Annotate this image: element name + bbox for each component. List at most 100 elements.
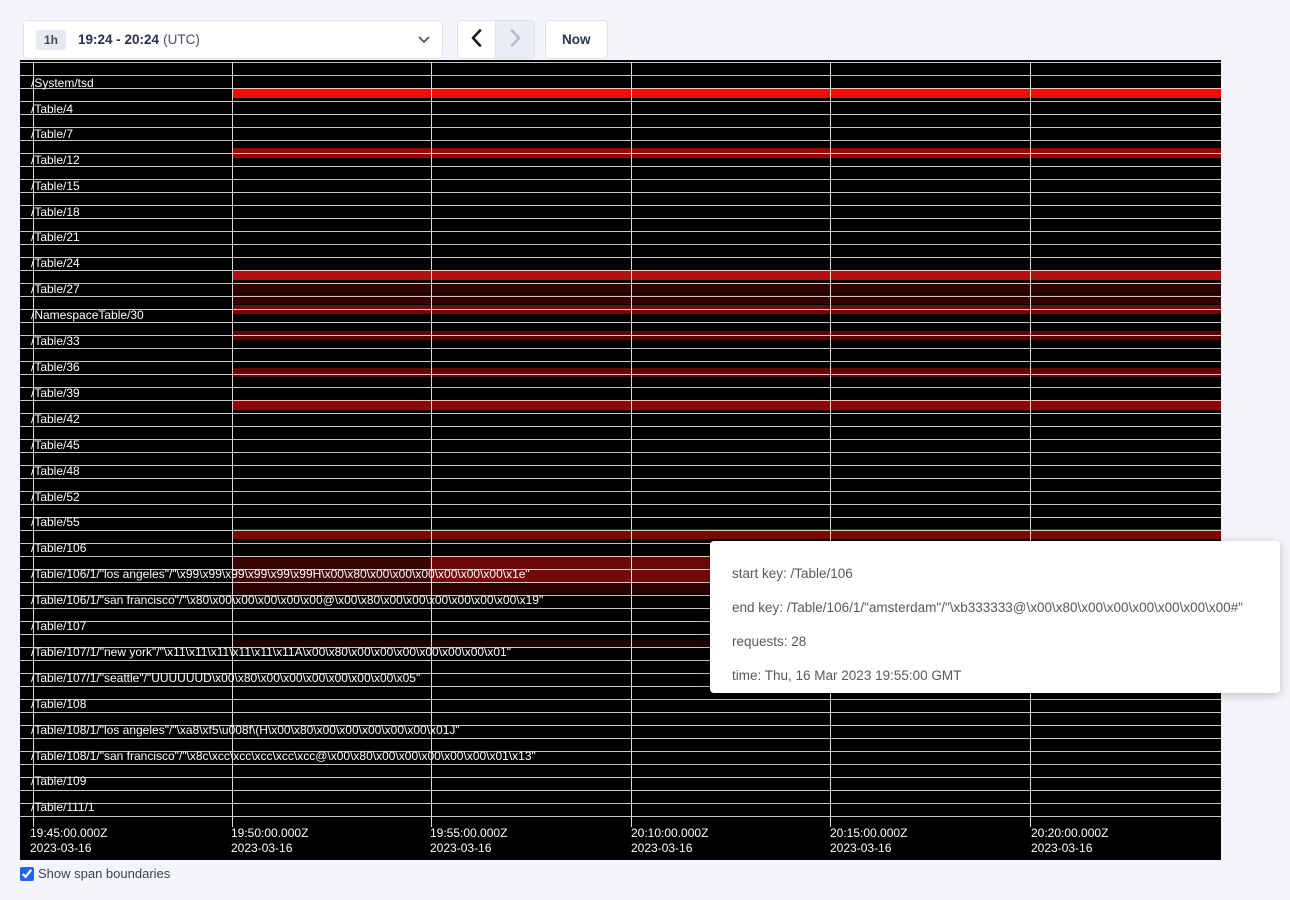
row-label: /Table/106: [31, 541, 86, 555]
row-label: /Table/108/1/"los angeles"/"\xa8\xf5\u00…: [31, 723, 460, 737]
row-label: /Table/106/1/"los angeles"/"\x99\x99\x99…: [31, 567, 530, 581]
span-boundary-line: [20, 478, 1221, 479]
show-span-boundaries-label: Show span boundaries: [38, 866, 170, 881]
heat-band[interactable]: [233, 88, 1221, 98]
now-button[interactable]: Now: [545, 20, 608, 59]
span-boundary-line: [20, 699, 1221, 700]
tooltip-start-key: start key: /Table/106: [732, 561, 1258, 586]
span-boundary-line: [20, 803, 1221, 804]
row-label: /Table/36: [31, 360, 80, 374]
span-boundary-line: [20, 322, 1221, 323]
span-boundary-line: [20, 75, 1221, 76]
row-label: /Table/21: [31, 230, 80, 244]
span-boundary-line: [20, 777, 1221, 778]
span-boundary-line: [20, 127, 1221, 128]
span-boundary-line: [20, 517, 1221, 518]
row-label: /Table/18: [31, 205, 80, 219]
span-boundary-line: [20, 738, 1221, 739]
toolbar: 1h 19:24 - 20:24 (UTC) Now: [0, 0, 1290, 60]
row-label: /Table/108/1/"san francisco"/"\x8c\xcc\x…: [31, 749, 536, 763]
row-label: /Table/24: [31, 256, 80, 270]
axis-tick-label: 19:45:00.000Z2023-03-16: [30, 826, 107, 856]
span-boundary-line: [20, 296, 1221, 297]
time-range-duration-badge: 1h: [36, 30, 66, 50]
span-boundary-line: [20, 101, 1221, 102]
time-range-timezone: (UTC): [163, 32, 200, 47]
span-boundary-line: [20, 88, 1221, 89]
span-boundary-line: [20, 205, 1221, 206]
tooltip-requests: requests: 28: [732, 629, 1258, 654]
row-label: /Table/33: [31, 334, 80, 348]
span-boundary-line: [20, 400, 1221, 401]
span-boundary-line: [20, 439, 1221, 440]
axis-tick-time: 20:15:00.000Z: [830, 826, 907, 841]
key-visualizer-canvas[interactable]: start key: /Table/106 end key: /Table/10…: [20, 60, 1221, 860]
span-boundary-line: [20, 192, 1221, 193]
axis-tick-date: 2023-03-16: [631, 841, 708, 856]
row-label: /Table/4: [31, 102, 73, 116]
prev-range-button[interactable]: [457, 20, 496, 59]
row-label: /Table/45: [31, 438, 80, 452]
row-label: /Table/111/1: [31, 800, 95, 814]
row-label: /Table/7: [31, 127, 73, 141]
row-label: /Table/107: [31, 619, 86, 633]
next-range-button[interactable]: [496, 20, 535, 59]
axis-tick-time: 20:10:00.000Z: [631, 826, 708, 841]
row-label: /Table/55: [31, 515, 80, 529]
hover-tooltip: start key: /Table/106 end key: /Table/10…: [710, 541, 1280, 693]
row-label: /Table/107/1/"seattle"/"UUUUUUD\x00\x80\…: [31, 671, 420, 685]
axis-tick-date: 2023-03-16: [1031, 841, 1108, 856]
span-boundary-line: [20, 335, 1221, 336]
heat-band[interactable]: [233, 400, 1221, 410]
span-boundary-line: [20, 244, 1221, 245]
span-boundary-line: [20, 374, 1221, 375]
row-label: /Table/42: [31, 412, 80, 426]
span-boundary-line: [20, 218, 1221, 219]
axis-tick-date: 2023-03-16: [30, 841, 107, 856]
axis-tick-time: 19:55:00.000Z: [430, 826, 507, 841]
span-boundary-line: [20, 231, 1221, 232]
axis-tick-time: 19:45:00.000Z: [30, 826, 107, 841]
span-boundary-line: [20, 114, 1221, 115]
time-range-label: 19:24 - 20:24: [78, 32, 159, 47]
time-gridline: [631, 62, 632, 820]
span-boundary-line: [20, 361, 1221, 362]
row-label: /NamespaceTable/30: [31, 308, 144, 322]
span-boundary-line: [20, 465, 1221, 466]
tooltip-end-key: end key: /Table/106/1/"amsterdam"/"\xb33…: [732, 595, 1258, 620]
row-label: /Table/52: [31, 490, 80, 504]
span-boundary-line: [20, 413, 1221, 414]
chevron-right-icon: [510, 29, 521, 50]
span-boundary-line: [20, 62, 1221, 63]
show-span-boundaries-control[interactable]: Show span boundaries: [20, 866, 170, 881]
chevron-left-icon: [471, 29, 482, 50]
span-boundary-line: [20, 387, 1221, 388]
span-boundary-line: [20, 816, 1221, 817]
span-boundary-line: [20, 504, 1221, 505]
row-label: /Table/15: [31, 179, 80, 193]
axis-tick-label: 20:20:00.000Z2023-03-16: [1031, 826, 1108, 856]
span-boundary-line: [20, 426, 1221, 427]
row-label: /Table/106/1/"san francisco"/"\x80\x00\x…: [31, 593, 543, 607]
axis-tick-label: 19:55:00.000Z2023-03-16: [430, 826, 507, 856]
axis-tick-date: 2023-03-16: [830, 841, 907, 856]
row-label: /System/tsd: [31, 76, 94, 90]
row-label: /Table/109: [31, 774, 86, 788]
row-label: /Table/27: [31, 282, 80, 296]
span-boundary-line: [20, 283, 1221, 284]
heat-band[interactable]: [233, 368, 1221, 377]
heat-band[interactable]: [233, 270, 1221, 280]
axis-tick-label: 19:50:00.000Z2023-03-16: [231, 826, 308, 856]
span-boundary-line: [20, 452, 1221, 453]
axis-tick-time: 20:20:00.000Z: [1031, 826, 1108, 841]
axis-tick-date: 2023-03-16: [231, 841, 308, 856]
span-boundary-line: [20, 257, 1221, 258]
axis-tick-label: 20:15:00.000Z2023-03-16: [830, 826, 907, 856]
show-span-boundaries-checkbox[interactable]: [20, 867, 34, 881]
span-boundary-line: [20, 166, 1221, 167]
span-boundary-line: [20, 491, 1221, 492]
span-boundary-line: [20, 270, 1221, 271]
tooltip-time: time: Thu, 16 Mar 2023 19:55:00 GMT: [732, 663, 1258, 688]
time-range-selector[interactable]: 1h 19:24 - 20:24 (UTC): [23, 20, 443, 59]
axis-tick-date: 2023-03-16: [430, 841, 507, 856]
